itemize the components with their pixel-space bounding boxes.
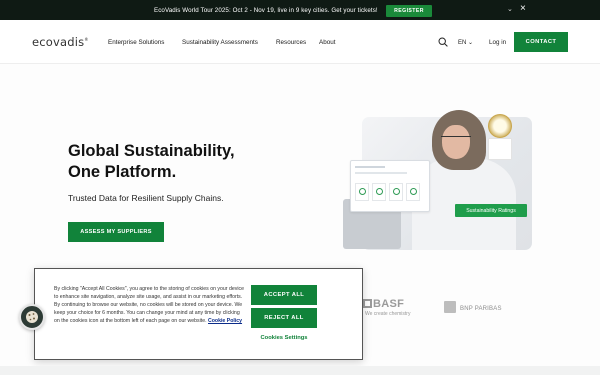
nav-resources[interactable]: Resources bbox=[276, 39, 306, 46]
basf-logo: BASF bbox=[363, 298, 404, 310]
nav-about[interactable]: About bbox=[319, 39, 335, 46]
hero-subtitle: Trusted Data for Resilient Supply Chains… bbox=[68, 193, 224, 203]
nav-sustainability-assessments[interactable]: Sustainability Assessments bbox=[182, 39, 258, 46]
cookie-icon bbox=[26, 311, 38, 323]
main-navigation: ecovadis® Enterprise Solutions Sustainab… bbox=[0, 20, 600, 64]
login-link[interactable]: Log in bbox=[489, 39, 506, 46]
chevron-down-icon: ⌄ bbox=[468, 40, 474, 46]
sustainability-ratings-badge: Sustainability Ratings bbox=[455, 204, 527, 217]
dashboard-preview bbox=[350, 160, 430, 212]
cookie-policy-link[interactable]: Cookie Policy bbox=[208, 318, 242, 324]
reject-all-button[interactable]: REJECT ALL bbox=[251, 308, 317, 328]
cookie-preferences-button[interactable] bbox=[19, 304, 45, 330]
search-icon[interactable] bbox=[438, 37, 448, 47]
basf-tagline: We create chemistry bbox=[365, 311, 411, 317]
accept-all-button[interactable]: ACCEPT ALL bbox=[251, 285, 317, 305]
register-button[interactable]: REGISTER bbox=[386, 5, 432, 17]
page-bottom bbox=[0, 366, 600, 375]
close-icon[interactable]: × bbox=[520, 3, 526, 14]
medal-icon bbox=[488, 114, 512, 138]
cookie-consent-text: By clicking "Accept All Cookies", you ag… bbox=[54, 286, 244, 324]
ecovadis-logo[interactable]: ecovadis® bbox=[32, 35, 89, 49]
chevron-down-icon[interactable]: ⌄ bbox=[507, 5, 513, 13]
announcement-banner: EcoVadis World Tour 2025: Oct 2 - Nov 19… bbox=[0, 0, 600, 20]
bnp-paribas-logo: BNP PARIBAS bbox=[444, 301, 502, 313]
banner-text: EcoVadis World Tour 2025: Oct 2 - Nov 19… bbox=[154, 7, 378, 14]
rating-card bbox=[488, 138, 512, 160]
nav-enterprise-solutions[interactable]: Enterprise Solutions bbox=[108, 39, 164, 46]
hero-title: Global Sustainability, One Platform. bbox=[68, 142, 235, 181]
language-selector[interactable]: EN ⌄ bbox=[458, 39, 473, 46]
assess-suppliers-button[interactable]: ASSESS MY SUPPLIERS bbox=[68, 222, 164, 242]
contact-button[interactable]: CONTACT bbox=[514, 32, 568, 52]
cookies-settings-link[interactable]: Cookies Settings bbox=[251, 335, 317, 341]
